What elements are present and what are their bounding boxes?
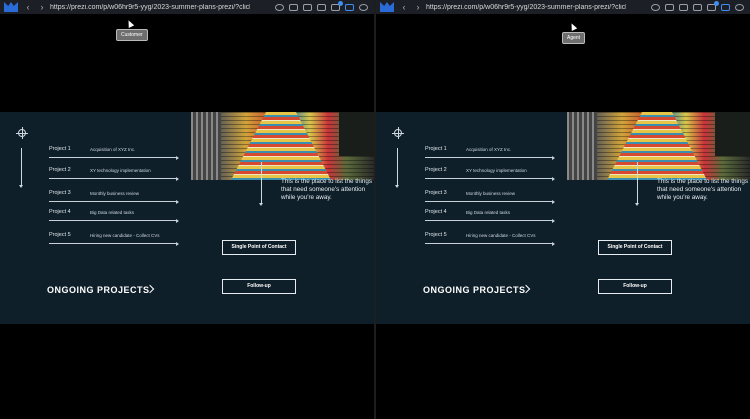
stairs-photo: [567, 112, 750, 180]
project-desc: Hiring new candidate - Collect CVs: [90, 233, 160, 238]
project-name: Project 4: [49, 209, 71, 215]
chevron-right-icon[interactable]: [147, 285, 154, 294]
address-bar[interactable]: https://prezi.com/p/w06hr9r5-yyg/2023-su…: [50, 4, 250, 11]
project-name: Project 1: [49, 146, 71, 152]
forward-button[interactable]: ›: [38, 2, 46, 12]
toolbar-icons: [651, 0, 750, 11]
customer-screen: ‹ › https://prezi.com/p/w06hr9r5-yyg/202…: [0, 0, 374, 419]
presentation-slide: Project 1 Acquisition of XYZ Inc. Projec…: [376, 112, 750, 324]
mail-icon[interactable]: [693, 3, 702, 11]
back-button[interactable]: ‹: [400, 2, 408, 12]
app-logo-icon: [380, 2, 394, 12]
project-name: Project 5: [49, 232, 71, 238]
arrow-rule: [425, 241, 555, 246]
ongoing-projects-heading: ONGOING PROJECTS: [47, 285, 150, 295]
vertical-arrow: [259, 162, 263, 206]
arrow-rule: [49, 218, 179, 223]
single-point-of-contact-button[interactable]: Single Point of Contact: [222, 240, 296, 255]
app-logo-icon: [4, 2, 18, 12]
project-name: Project 3: [49, 190, 71, 196]
stairs-photo: [191, 112, 374, 180]
project-row: Project 1 Acquisition of XYZ Inc.: [425, 146, 555, 160]
compass-icon: [16, 127, 28, 139]
forward-button[interactable]: ›: [414, 2, 422, 12]
compass-icon: [392, 127, 404, 139]
role-tooltip: Customer: [116, 29, 148, 41]
arrow-rule: [49, 241, 179, 246]
mail-icon[interactable]: [317, 3, 326, 11]
project-desc: Big Data related tasks: [466, 210, 511, 215]
project-desc: XY technology implementation: [466, 168, 527, 173]
toolbar-icons: [275, 0, 374, 11]
project-desc: Hiring new candidate - Collect CVs: [466, 233, 536, 238]
project-desc: Acquisition of XYZ Inc.: [90, 147, 136, 152]
address-bar[interactable]: https://prezi.com/p/w06hr9r5-yyg/2023-su…: [426, 4, 626, 11]
project-name: Project 3: [425, 190, 447, 196]
notification-badge: [338, 0, 343, 6]
project-row: Project 5 Hiring new candidate - Collect…: [49, 232, 179, 246]
swap-icon[interactable]: [345, 3, 354, 11]
project-desc: Monthly business review: [466, 191, 516, 196]
away-note: This is the place to list the things tha…: [657, 178, 749, 201]
layers-icon[interactable]: [665, 3, 674, 11]
chat-icon[interactable]: [359, 3, 368, 11]
refresh-icon[interactable]: [275, 3, 284, 11]
project-row: Project 2 XY technology implementation: [425, 167, 555, 181]
arrow-rule: [425, 176, 555, 181]
project-desc: Big Data related tasks: [90, 210, 135, 215]
participants-icon[interactable]: [331, 0, 343, 11]
project-name: Project 1: [425, 146, 447, 152]
project-name: Project 2: [425, 167, 447, 173]
video-icon[interactable]: [679, 3, 688, 11]
project-row: Project 2 XY technology implementation: [49, 167, 179, 181]
project-name: Project 5: [425, 232, 447, 238]
role-tooltip: Agent: [562, 32, 586, 44]
project-desc: Monthly business review: [90, 191, 140, 196]
swap-icon[interactable]: [721, 3, 730, 11]
arrow-rule: [49, 176, 179, 181]
arrow-rule: [425, 199, 555, 204]
vertical-arrow: [395, 148, 399, 188]
arrow-rule: [425, 218, 555, 223]
single-point-of-contact-button[interactable]: Single Point of Contact: [598, 240, 672, 255]
refresh-icon[interactable]: [651, 3, 660, 11]
video-icon[interactable]: [303, 3, 312, 11]
presentation-slide: Project 1 Acquisition of XYZ Inc. Projec…: [0, 112, 374, 324]
project-row: Project 1 Acquisition of XYZ Inc.: [49, 146, 179, 160]
project-row: Project 4 Big Data related tasks: [425, 209, 555, 223]
project-row: Project 4 Big Data related tasks: [49, 209, 179, 223]
away-note: This is the place to list the things tha…: [281, 178, 373, 201]
project-row: Project 3 Monthly business review: [425, 190, 555, 204]
project-name: Project 2: [49, 167, 71, 173]
back-button[interactable]: ‹: [24, 2, 32, 12]
project-name: Project 4: [425, 209, 447, 215]
project-desc: XY technology implementation: [90, 168, 151, 173]
layers-icon[interactable]: [289, 3, 298, 11]
follow-up-button[interactable]: Follow-up: [598, 279, 672, 294]
follow-up-button[interactable]: Follow-up: [222, 279, 296, 294]
notification-badge: [714, 0, 719, 6]
browser-toolbar: ‹ › https://prezi.com/p/w06hr9r5-yyg/202…: [376, 0, 750, 14]
participants-icon[interactable]: [707, 0, 719, 11]
mouse-cursor-icon: [125, 19, 135, 28]
chevron-right-icon[interactable]: [523, 285, 530, 294]
project-desc: Acquisition of XYZ Inc.: [466, 147, 512, 152]
vertical-arrow: [635, 162, 639, 206]
vertical-arrow: [19, 148, 23, 188]
ongoing-projects-heading: ONGOING PROJECTS: [423, 285, 526, 295]
arrow-rule: [425, 155, 555, 160]
chat-icon[interactable]: [735, 3, 744, 11]
mouse-cursor-icon: [568, 22, 578, 31]
project-row: Project 5 Hiring new candidate - Collect…: [425, 232, 555, 246]
arrow-rule: [49, 199, 179, 204]
project-row: Project 3 Monthly business review: [49, 190, 179, 204]
arrow-rule: [49, 155, 179, 160]
browser-toolbar: ‹ › https://prezi.com/p/w06hr9r5-yyg/202…: [0, 0, 374, 14]
agent-screen: ‹ › https://prezi.com/p/w06hr9r5-yyg/202…: [376, 0, 750, 419]
